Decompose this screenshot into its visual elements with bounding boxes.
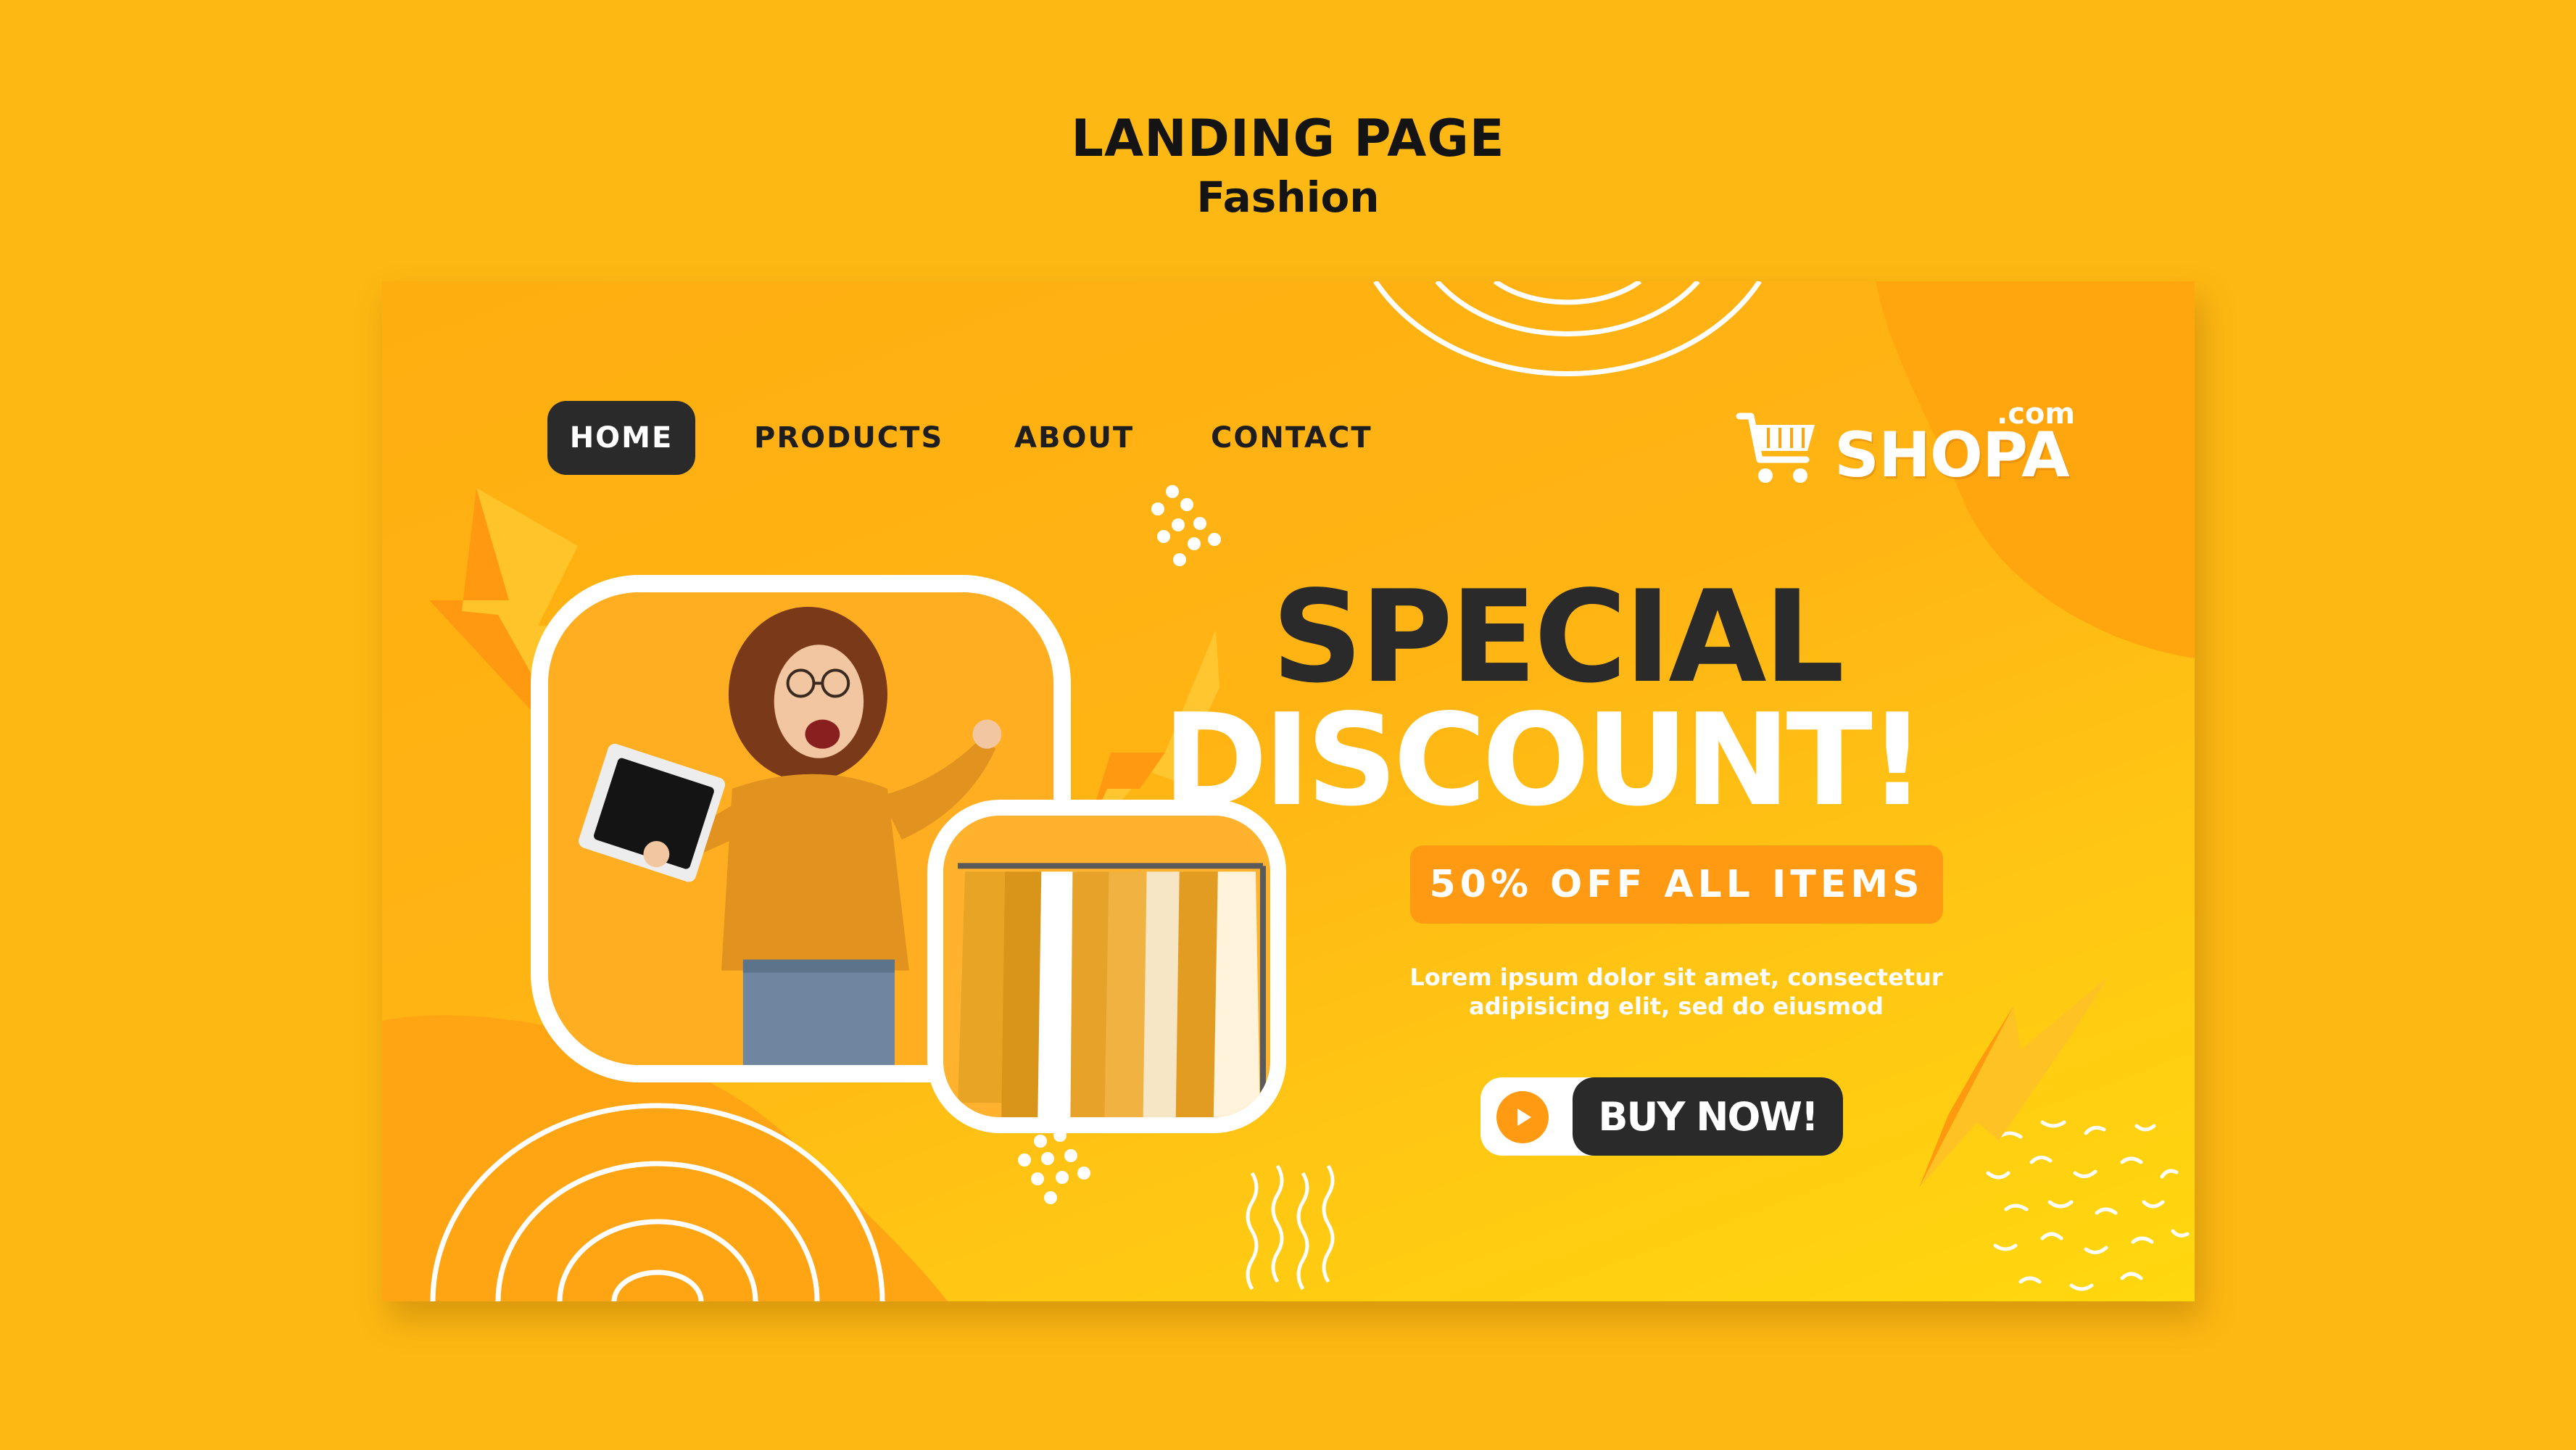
- offer-badge: 50% OFF ALL ITEMS: [1410, 845, 1943, 924]
- shopping-cart-icon: [1736, 413, 1815, 483]
- dot-cluster-bottom: [1018, 1129, 1090, 1204]
- clothes-rack-photo: [943, 816, 1270, 1117]
- hero-description-line-1: Lorem ipsum dolor sit amet, consectetur: [1409, 964, 1943, 991]
- play-triangle-icon: [1517, 1109, 1531, 1126]
- play-icon[interactable]: [1496, 1091, 1549, 1143]
- hero-description: Lorem ipsum dolor sit amet, consectetur …: [1383, 963, 1970, 1021]
- hero-description-line-2: adipisicing elit, sed do eiusmod: [1469, 993, 1884, 1020]
- nav-products-link[interactable]: PRODUCTS: [754, 401, 943, 475]
- clothes-rack-photo-frame: [927, 800, 1286, 1133]
- shopa-logo[interactable]: SHOPA .com: [1735, 397, 2076, 492]
- buy-now-button[interactable]: BUY NOW!: [1573, 1077, 1843, 1156]
- nav-contact-link[interactable]: CONTACT: [1211, 401, 1372, 475]
- nav-about-link[interactable]: ABOUT: [1014, 401, 1134, 475]
- headline-discount: DISCOUNT!: [1162, 687, 1926, 834]
- nav-home-button[interactable]: HOME: [547, 401, 695, 475]
- logo-suffix: .com: [1997, 397, 2076, 431]
- squiggle-pattern: [1986, 1120, 2190, 1291]
- wavy-lines: [1246, 1164, 1335, 1290]
- top-arcs: [1373, 281, 1762, 377]
- page-title: LANDING PAGE: [1071, 109, 1505, 168]
- hanging-clothes: [958, 871, 1260, 1117]
- dot-cluster-top: [1151, 485, 1221, 566]
- landing-page-mockup: HOME PRODUCTS ABOUT CONTACT SHOPA .com S…: [382, 281, 2195, 1301]
- page-subtitle: Fashion: [1196, 173, 1380, 222]
